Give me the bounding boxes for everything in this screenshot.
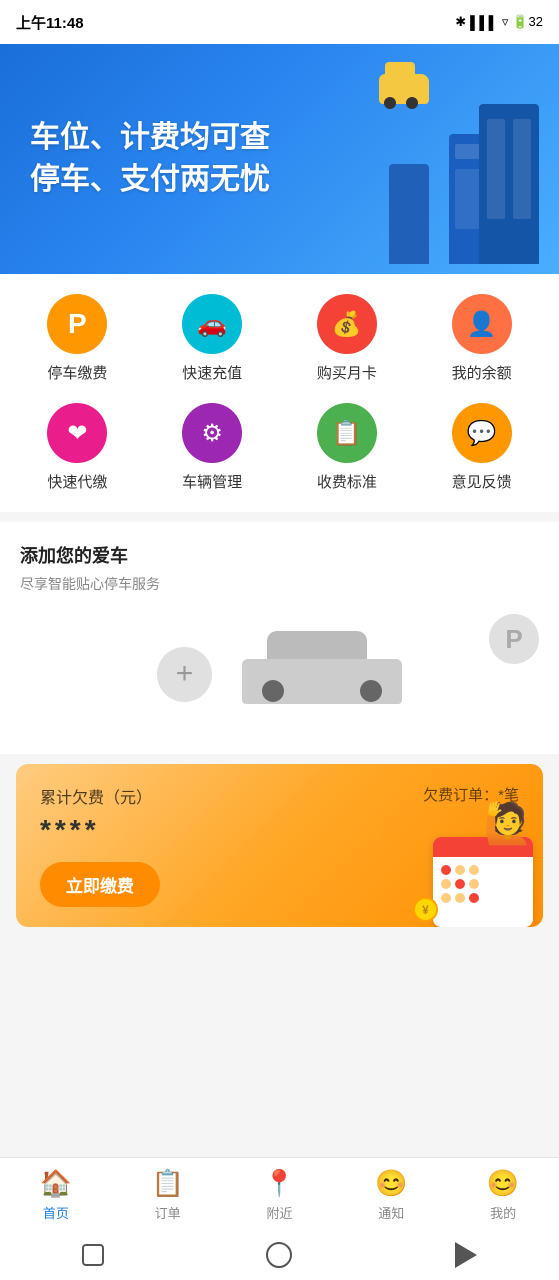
nav-item-order[interactable]: 📋 订单 [118,1168,218,1222]
menu-item-fast-recharge[interactable]: 🚗 快速充值 [157,294,267,383]
sys-home-button[interactable] [261,1237,297,1273]
nav-nearby-label: 附近 [266,1203,292,1222]
person-deco-icon: 🙋 [483,800,533,847]
system-nav-bar [0,1230,559,1280]
fast-recharge-label: 快速充值 [182,362,242,383]
cal-dot [469,893,479,903]
car-wheel-left [262,680,284,702]
fee-standard-label: 收费标准 [317,471,377,492]
cal-dot [455,879,465,889]
cal-dot [455,865,465,875]
nav-item-nearby[interactable]: 📍 附近 [229,1168,329,1222]
triangle-icon [455,1242,477,1268]
nav-item-mine[interactable]: 😊 我的 [453,1168,553,1222]
menu-item-my-balance[interactable]: 👤 我的余额 [427,294,537,383]
add-car-button[interactable]: + [157,647,212,702]
fee-banner[interactable]: 累计欠费（元） **** 立即缴费 欠费订单：*笔 [16,764,543,927]
status-time: 上午11:48 [16,12,84,33]
fee-standard-icon: 📋 [317,403,377,463]
add-car-title: 添加您的爱车 [20,542,539,568]
cal-dot [441,879,451,889]
nearby-icon: 📍 [263,1168,295,1199]
battery-icon: 🔋32 [512,14,543,30]
sys-square-button[interactable] [75,1237,111,1273]
coin-deco-icon: ¥ [413,897,438,922]
nav-notify-label: 通知 [378,1203,404,1222]
fee-amount: **** [40,814,160,846]
buy-monthly-label: 购买月卡 [317,362,377,383]
parking-fee-icon: P [47,294,107,354]
nav-order-label: 订单 [155,1203,181,1222]
square-icon [82,1244,104,1266]
fast-recharge-icon: 🚗 [182,294,242,354]
menu-row-2: ❤ 快速代缴 ⚙ 车辆管理 📋 收费标准 💬 意见反馈 [10,403,549,492]
cal-dot [441,893,451,903]
cal-dot [469,879,479,889]
car-wheel-right [360,680,382,702]
car-banner-icon [379,74,429,104]
banner-text: 车位、计费均可查 停车、支付两无忧 [30,117,270,201]
buy-monthly-icon: 💰 [317,294,377,354]
plus-icon: + [176,657,194,691]
wifi-icon: ▿ [502,14,509,30]
car-display: + P [20,614,539,734]
home-icon: 🏠 [40,1168,72,1199]
feedback-icon: 💬 [452,403,512,463]
car-body [242,659,402,704]
my-balance-icon: 👤 [452,294,512,354]
nav-mine-label: 我的 [490,1203,516,1222]
notify-icon: 😊 [375,1168,407,1199]
fee-decoration: 🙋 ¥ [403,807,533,927]
bottom-nav: 🏠 首页 📋 订单 📍 附近 😊 通知 😊 我的 [0,1157,559,1230]
menu-item-fast-proxy[interactable]: ❤ 快速代缴 [22,403,132,492]
order-icon: 📋 [152,1168,184,1199]
menu-item-fee-standard[interactable]: 📋 收费标准 [292,403,402,492]
add-car-subtitle: 尽享智能贴心停车服务 [20,574,539,594]
car-manage-label: 车辆管理 [182,471,242,492]
fast-proxy-icon: ❤ [47,403,107,463]
content-spacer [0,937,559,1017]
status-bar: 上午11:48 ✱ ▌▌▌ ▿ 🔋32 [0,0,559,44]
car-manage-icon: ⚙ [182,403,242,463]
nav-item-notify[interactable]: 😊 通知 [341,1168,441,1222]
building3-icon [389,164,429,264]
feedback-label: 意见反馈 [452,471,512,492]
menu-item-feedback[interactable]: 💬 意见反馈 [427,403,537,492]
parking-p-icon: P [489,614,539,664]
calendar-dots [441,865,525,907]
mine-icon: 😊 [487,1168,519,1199]
menu-row-1: P 停车缴费 🚗 快速充值 💰 购买月卡 👤 我的余额 [10,294,549,383]
car-illustration [242,634,402,714]
banner-line1: 车位、计费均可查 停车、支付两无忧 [30,117,270,201]
my-balance-label: 我的余额 [452,362,512,383]
fast-proxy-label: 快速代缴 [47,471,107,492]
sys-back-button[interactable] [448,1237,484,1273]
quick-menu: P 停车缴费 🚗 快速充值 💰 购买月卡 👤 我的余额 ❤ [0,274,559,512]
fee-label: 累计欠费（元） [40,784,160,808]
add-car-section: 添加您的爱车 尽享智能贴心停车服务 + P [0,522,559,754]
parking-fee-label: 停车缴费 [47,362,107,383]
calendar-body [433,837,533,927]
circle-icon [266,1242,292,1268]
nav-item-home[interactable]: 🏠 首页 [6,1168,106,1222]
bluetooth-icon: ✱ [455,14,466,30]
menu-item-buy-monthly[interactable]: 💰 购买月卡 [292,294,402,383]
banner: 车位、计费均可查 停车、支付两无忧 [0,44,559,274]
building2-icon [479,104,539,264]
cal-dot [455,893,465,903]
calendar-deco: 🙋 ¥ [403,807,533,927]
signal-icon: ▌▌▌ [470,15,498,30]
cal-dot [469,865,479,875]
nav-home-label: 首页 [43,1203,69,1222]
cal-dot [441,865,451,875]
status-icons: ✱ ▌▌▌ ▿ 🔋32 [455,14,543,30]
fee-left: 累计欠费（元） **** 立即缴费 [40,784,160,907]
menu-item-parking-fee[interactable]: P 停车缴费 [22,294,132,383]
pay-now-button[interactable]: 立即缴费 [40,862,160,907]
menu-item-car-manage[interactable]: ⚙ 车辆管理 [157,403,267,492]
